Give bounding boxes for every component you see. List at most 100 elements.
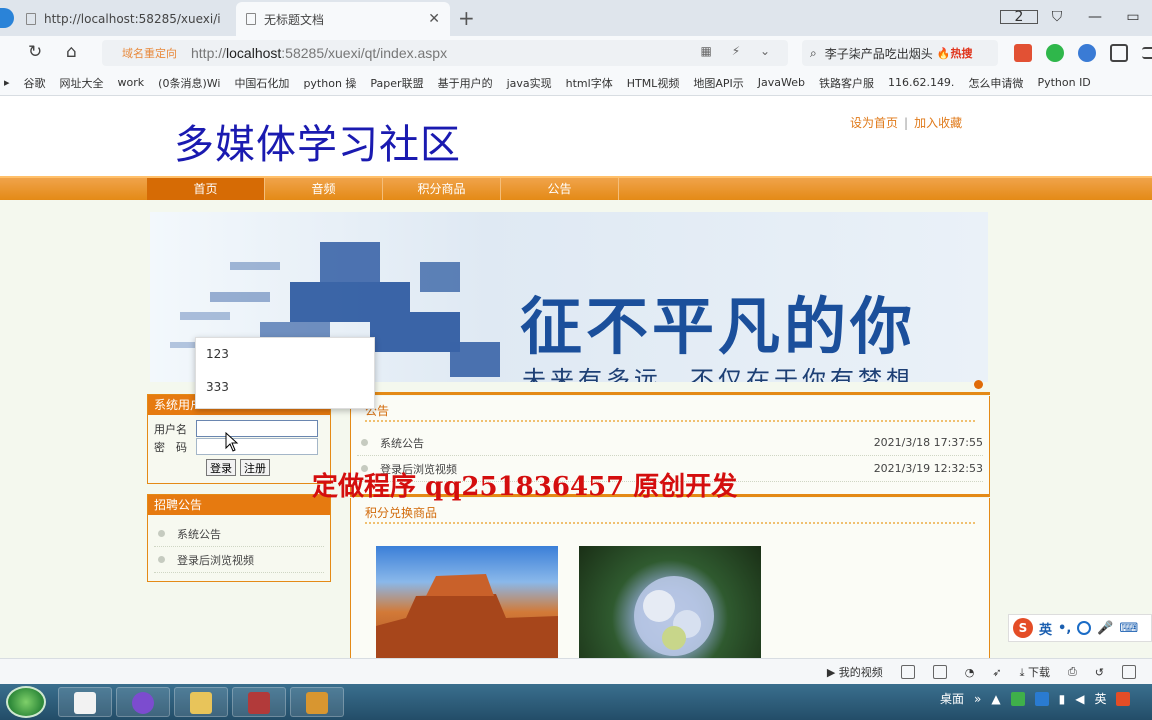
bookmark-item[interactable]: 中国石化加: [234, 75, 289, 91]
bookmark-item[interactable]: 铁路客户服: [819, 75, 874, 91]
taskbar-app-vs[interactable]: [116, 687, 170, 717]
browser-toolbar: ↻ ⌂ 域名重定向 http://localhost:58285/xuexi/q…: [0, 36, 1152, 70]
set-homepage-link[interactable]: 设为首页: [850, 116, 898, 130]
sogou-tray-icon[interactable]: [1116, 691, 1131, 706]
bookmark-item[interactable]: 地图API示: [693, 75, 743, 91]
rocket-icon[interactable]: ➶: [992, 666, 1001, 679]
product-image-flower[interactable]: [579, 546, 761, 658]
browser-tab-1[interactable]: http://localhost:58285/xuexi/i: [16, 2, 234, 36]
bookmark-item[interactable]: python 操: [303, 75, 356, 91]
login-button[interactable]: 登录: [206, 459, 236, 476]
bookmark-item[interactable]: 网址大全: [60, 75, 104, 91]
address-actions[interactable]: ▦ ⚡ ⌄: [701, 44, 778, 58]
username-input[interactable]: [196, 420, 318, 437]
tray-app-icon[interactable]: [1010, 691, 1025, 706]
taskbar-app-editor[interactable]: [232, 687, 286, 717]
bookmark-item[interactable]: java实现: [507, 75, 552, 91]
refresh-icon[interactable]: ↻: [28, 42, 42, 62]
bullet-icon: [361, 439, 368, 446]
bookmark-item[interactable]: (0条消息)Wi: [158, 75, 220, 91]
add-favorite-link[interactable]: 加入收藏: [914, 116, 962, 130]
username-label: 用户名: [154, 422, 187, 436]
desktop-label[interactable]: 桌面: [940, 690, 964, 707]
bookmark-item[interactable]: JavaWeb: [758, 76, 805, 89]
web-page: 多媒体学习社区 设为首页 | 加入收藏 首页 音频 积分商品 公告 征不平凡的你…: [0, 96, 1152, 658]
bookmark-item[interactable]: work: [118, 76, 145, 89]
autocomplete-option[interactable]: 123: [196, 338, 374, 371]
ime-language[interactable]: 英: [1039, 619, 1052, 638]
extension-icon[interactable]: [1046, 44, 1064, 62]
minimize-icon[interactable]: —: [1076, 9, 1114, 25]
speed-icon[interactable]: ◔: [965, 666, 975, 679]
window-icon[interactable]: [1122, 665, 1136, 679]
redirect-label: 域名重定向: [122, 47, 177, 60]
tray-language[interactable]: 英: [1094, 690, 1106, 707]
tray-arrow-icon[interactable]: »: [974, 692, 981, 706]
close-tab-icon[interactable]: ✕: [428, 11, 440, 27]
register-button[interactable]: 注册: [240, 459, 270, 476]
punctuation-icon[interactable]: •,: [1058, 621, 1071, 636]
sogou-logo-icon[interactable]: S: [1013, 618, 1033, 638]
mouse-cursor-icon: [225, 432, 239, 452]
search-box[interactable]: ⌕ 李子柒产品吃出烟头 🔥热搜: [802, 40, 998, 66]
browser-status-bar: ▶ 我的视频 ◔ ➶ ⤓ 下载 ⎙ ↺: [0, 658, 1152, 684]
book-icon: [306, 692, 328, 714]
shield-icon[interactable]: [900, 665, 915, 679]
taskbar-app-java[interactable]: [58, 687, 112, 717]
nav-home[interactable]: 首页: [147, 178, 265, 200]
taskbar-app-explorer[interactable]: [174, 687, 228, 717]
username-row: 用户名: [154, 420, 330, 437]
bookmark-arrow-icon[interactable]: ▸: [4, 76, 10, 89]
bookmark-item[interactable]: 基于用户的: [438, 75, 493, 91]
bookmark-item[interactable]: Paper联盟: [370, 75, 423, 91]
home-icon[interactable]: ⌂: [66, 42, 77, 62]
emoji-icon[interactable]: [1077, 621, 1092, 635]
browser-tab-2[interactable]: 无标题文档 ✕: [236, 2, 450, 36]
tray-up-icon[interactable]: ▲: [991, 692, 1000, 706]
download-button[interactable]: ⤓ 下载: [1020, 664, 1050, 680]
bookmark-item[interactable]: html字体: [566, 75, 613, 91]
network-icon[interactable]: ▮: [1059, 692, 1066, 706]
volume-icon[interactable]: ◀: [1075, 692, 1084, 706]
notice-panel-header: 公告: [365, 400, 975, 422]
new-tab-icon[interactable]: +: [458, 6, 475, 30]
address-bar[interactable]: 域名重定向 http://localhost:58285/xuexi/qt/in…: [102, 40, 788, 66]
list-item[interactable]: 登录后浏览视频: [154, 547, 324, 573]
taskbar-app-notes[interactable]: [290, 687, 344, 717]
nav-notice[interactable]: 公告: [501, 178, 619, 200]
desert-image: [376, 574, 558, 658]
microphone-icon[interactable]: 🎤: [1097, 621, 1113, 636]
bookmark-item[interactable]: HTML视频: [627, 75, 680, 91]
product-image-desert[interactable]: [376, 546, 558, 658]
notice-row[interactable]: 系统公告 2021/3/18 17:37:55: [357, 430, 983, 456]
password-input[interactable]: [196, 438, 318, 455]
my-video-button[interactable]: ▶ 我的视频: [827, 664, 883, 680]
keyboard-icon[interactable]: ⌨: [1119, 621, 1138, 636]
restore-icon[interactable]: ▭: [1114, 9, 1152, 25]
bookmark-item[interactable]: 怎么申请微: [968, 75, 1023, 91]
screenshot-icon[interactable]: [932, 665, 947, 679]
decorative-dot: [974, 380, 983, 389]
nav-points-goods[interactable]: 积分商品: [383, 178, 501, 200]
system-tray: 桌面 » ▲ ▮ ◀ 英: [940, 690, 1131, 707]
print-icon[interactable]: ⎙: [1068, 665, 1077, 679]
search-extension-icon[interactable]: [1078, 44, 1096, 62]
tab-count-icon[interactable]: 2: [1000, 9, 1038, 25]
banner-subtitle: 未来有多远，不仅在于你有梦想: [522, 366, 914, 382]
menu-icon[interactable]: [1142, 47, 1152, 59]
browser-tab-bar: http://localhost:58285/xuexi/i 无标题文档 ✕ +…: [0, 0, 1152, 36]
visual-studio-icon: [132, 692, 154, 714]
bookmark-item[interactable]: Python ID: [1037, 76, 1090, 89]
list-item[interactable]: 系统公告: [154, 521, 324, 547]
apps-icon[interactable]: [1110, 44, 1128, 62]
bookmark-item[interactable]: 116.62.149.: [888, 76, 954, 89]
start-button[interactable]: [6, 686, 46, 718]
tray-app-icon[interactable]: [1034, 691, 1049, 706]
autocomplete-option[interactable]: 333: [196, 371, 374, 404]
refresh-icon[interactable]: ↺: [1095, 666, 1104, 679]
nav-audio[interactable]: 音频: [265, 178, 383, 200]
notice-date: 2021/3/18 17:37:55: [873, 436, 983, 449]
bookmark-item[interactable]: 谷歌: [24, 75, 46, 91]
shirt-icon[interactable]: ⛉: [1038, 9, 1076, 25]
extension-icon[interactable]: [1014, 44, 1032, 62]
